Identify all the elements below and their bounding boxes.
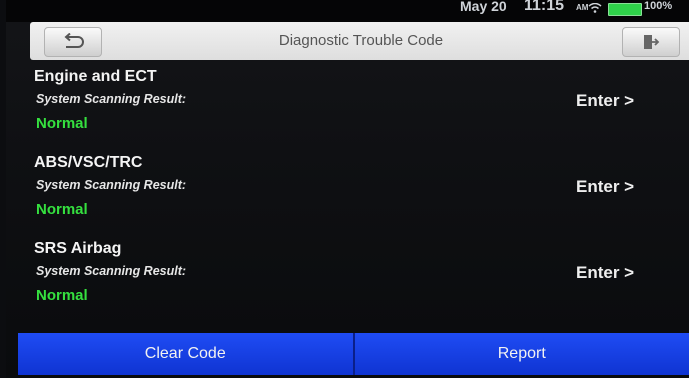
status-ampm: AM [576, 3, 589, 12]
enter-button-engine[interactable]: Enter > [576, 91, 634, 111]
system-row-srs: SRS Airbag System Scanning Result: Norma… [6, 236, 689, 320]
system-name: ABS/VSC/TRC [34, 154, 143, 171]
bottom-action-bar: Clear Code Report [18, 333, 689, 378]
page-title: Diagnostic Trouble Code [278, 32, 444, 49]
app-screen: May 20 11:15 AM 100% Diagnostic Trouble … [6, 0, 689, 378]
system-row-abs: ABS/VSC/TRC System Scanning Result: Norm… [6, 150, 689, 234]
scan-result-value: Normal [36, 287, 88, 304]
enter-button-abs[interactable]: Enter > [576, 177, 634, 197]
clear-code-button[interactable]: Clear Code [18, 333, 355, 375]
battery-icon [608, 3, 642, 16]
enter-button-srs[interactable]: Enter > [576, 263, 634, 283]
title-bar: Diagnostic Trouble Code [30, 22, 689, 60]
system-row-engine: Engine and ECT System Scanning Result: N… [6, 64, 689, 148]
scan-result-label: System Scanning Result: [36, 178, 187, 192]
exit-icon [644, 35, 660, 49]
scan-result-value: Normal [36, 201, 88, 218]
system-name: Engine and ECT [34, 68, 157, 85]
battery-percent: 100% [644, 0, 673, 12]
status-date: May 20 [460, 0, 507, 14]
scan-result-label: System Scanning Result: [36, 264, 187, 278]
scan-result-label: System Scanning Result: [36, 92, 187, 106]
status-time: 11:15 [524, 0, 565, 14]
wifi-icon [588, 3, 602, 13]
system-name: SRS Airbag [34, 240, 122, 257]
report-button[interactable]: Report [354, 333, 689, 375]
scan-result-value: Normal [36, 115, 88, 132]
exit-button[interactable] [622, 27, 680, 57]
status-bar: May 20 11:15 AM 100% [6, 0, 689, 22]
